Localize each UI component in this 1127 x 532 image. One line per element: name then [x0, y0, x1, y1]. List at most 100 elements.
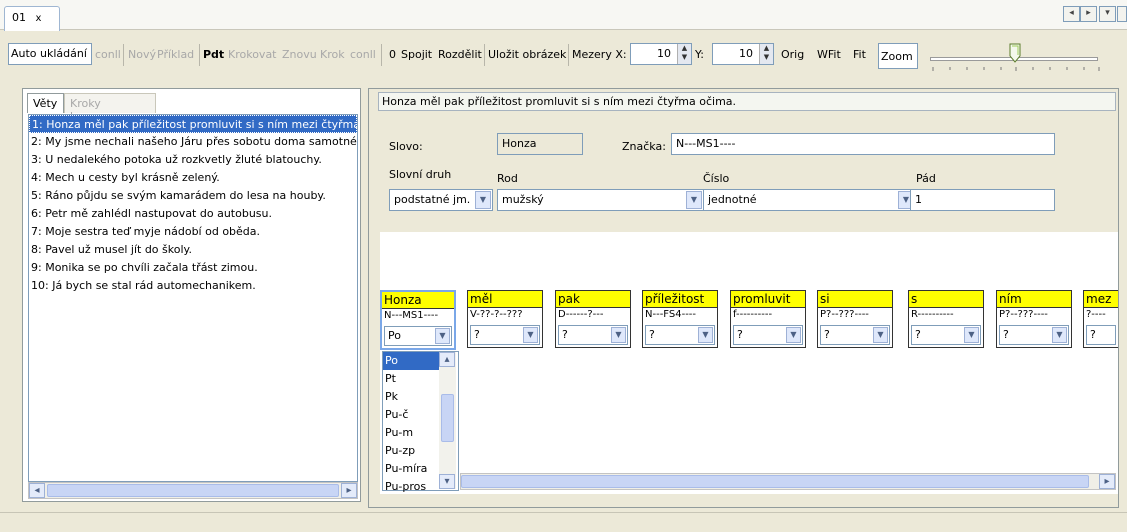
list-item[interactable]: 9: Monika se po chvíli začala třást zimo… [29, 259, 357, 277]
token-tag: ?---- [1086, 309, 1106, 320]
scroll-tabs-right-icon[interactable]: ▸ [1080, 6, 1097, 22]
dropdown-vscrollbar[interactable]: ▴ ▾ [439, 352, 456, 489]
scroll-tabs-left-icon[interactable]: ◂ [1063, 6, 1080, 22]
list-item[interactable]: 10: Já bych se stal rád automechanikem. [29, 277, 357, 295]
scroll-thumb[interactable] [47, 484, 339, 497]
token-function-select[interactable]: ? ▼ [999, 325, 1069, 345]
list-item[interactable]: 2: My jsme nechali našeho Járu přes sobo… [29, 133, 357, 151]
wfit-button[interactable]: WFit [817, 48, 841, 61]
toolbar-separator [568, 44, 569, 66]
gender-select[interactable]: mužský ▼ [497, 189, 704, 211]
token-form: promluvit [731, 291, 805, 308]
token-function-select[interactable]: ? [1086, 325, 1116, 345]
token-node[interactable]: pak D------?--- ? ▼ [555, 290, 631, 348]
token-function-select[interactable]: ? ▼ [820, 325, 890, 345]
close-tab-icon[interactable]: x [36, 13, 42, 24]
tree-canvas[interactable] [380, 232, 1118, 494]
token-function-select[interactable]: ? ▼ [733, 325, 803, 345]
token-form: příležitost [643, 291, 717, 308]
example-button[interactable]: Příklad [157, 48, 194, 61]
spinner-arrows-icon[interactable]: ▲ ▼ [677, 44, 691, 64]
list-item[interactable]: 6: Petr mě zahlédl nastupovat do autobus… [29, 205, 357, 223]
token-form: ním [997, 291, 1071, 308]
list-item[interactable]: 5: Ráno půjdu se svým kamarádem do lesa … [29, 187, 357, 205]
split-button[interactable]: Rozdělit [438, 48, 482, 61]
token-function-select[interactable]: Po ▼ [384, 326, 452, 346]
token-function-select[interactable]: ? ▼ [645, 325, 715, 345]
toolbar-separator [381, 44, 382, 66]
token-node[interactable]: měl V-??-?--??? ? ▼ [467, 290, 543, 348]
scroll-right-icon[interactable]: ▸ [341, 483, 357, 498]
merge-button[interactable]: Spojit [401, 48, 432, 61]
token-function-select[interactable]: ? ▼ [911, 325, 981, 345]
krok-button[interactable]: Krok [320, 48, 345, 61]
token-node[interactable]: si P?--???---- ? ▼ [817, 290, 893, 348]
scroll-left-icon[interactable]: ◂ [29, 483, 45, 498]
token-form: Honza [382, 292, 454, 309]
chevron-down-icon[interactable]: ▼ [686, 191, 702, 209]
dropdown-option[interactable]: Po [383, 352, 441, 370]
case-field[interactable]: 1 [910, 189, 1055, 211]
document-tab[interactable]: 01 x [4, 6, 60, 31]
chevron-down-icon[interactable]: ▼ [611, 327, 626, 343]
chevron-down-icon[interactable]: ▼ [523, 327, 538, 343]
chevron-down-icon[interactable]: ▼ [964, 327, 979, 343]
list-item[interactable]: 1: Honza měl pak příležitost promluvit s… [29, 115, 357, 133]
zoom-button[interactable]: Zoom [878, 43, 918, 69]
step-button[interactable]: Krokovat [228, 48, 277, 61]
token-node[interactable]: s R---------- ? ▼ [908, 290, 984, 348]
token-function-select[interactable]: ? ▼ [470, 325, 540, 345]
scroll-down-icon[interactable]: ▾ [439, 474, 455, 489]
token-function-select[interactable]: ? ▼ [558, 325, 628, 345]
scroll-thumb[interactable] [461, 475, 1089, 488]
list-item[interactable]: 7: Moje sestra teď myje nádobí od oběda. [29, 223, 357, 241]
sentence-list[interactable]: 1: Honza měl pak příležitost promluvit s… [28, 114, 358, 482]
document-tab-strip [0, 0, 1127, 30]
token-node[interactable]: příležitost N---FS4---- ? ▼ [642, 290, 718, 348]
token-tag: N---FS4---- [645, 309, 697, 320]
chevron-down-icon[interactable]: ▼ [1052, 327, 1067, 343]
conll-button-1[interactable]: conll [95, 48, 121, 61]
list-item[interactable]: 4: Mech u cesty byl krásně zelený. [29, 169, 357, 187]
fit-button[interactable]: Fit [853, 48, 866, 61]
token-tag: R---------- [911, 309, 954, 320]
scroll-right-icon[interactable]: ▸ [1099, 474, 1115, 489]
chevron-down-icon[interactable]: ▼ [786, 327, 801, 343]
chevron-down-icon[interactable]: ▼ [698, 327, 713, 343]
token-node[interactable]: mez ?---- ? [1083, 290, 1118, 348]
token-node[interactable]: promluvit f---------- ? ▼ [730, 290, 806, 348]
new-button[interactable]: Nový [128, 48, 156, 61]
zoom-slider-thumb[interactable] [1009, 43, 1021, 63]
chevron-down-icon[interactable]: ▼ [873, 327, 888, 343]
pos-select[interactable]: podstatné jm. ▼ [389, 189, 493, 211]
list-item[interactable]: 3: U nedalekého potoka už rozkvetly žlut… [29, 151, 357, 169]
chevron-down-icon[interactable]: ▼ [475, 191, 491, 209]
list-item[interactable]: 8: Pavel už musel jít do školy. [29, 241, 357, 259]
chevron-down-icon[interactable]: ▼ [435, 328, 450, 344]
scroll-up-icon[interactable]: ▴ [439, 352, 455, 367]
gender-label: Rod [497, 172, 518, 185]
sentence-list-hscrollbar[interactable]: ◂ ▸ [28, 482, 358, 499]
pdt-button[interactable]: Pdt [203, 48, 224, 61]
tab-list-dropdown-icon[interactable]: ▾ [1099, 6, 1116, 22]
token-node[interactable]: Honza N---MS1---- Po ▼ [380, 290, 456, 350]
save-image-button[interactable]: Uložit obrázek [488, 48, 566, 61]
conll-button-2[interactable]: conll [350, 48, 376, 61]
spinner-arrows-icon[interactable]: ▲ ▼ [759, 44, 773, 64]
status-bar [0, 512, 1127, 532]
again-button[interactable]: Znovu [282, 48, 317, 61]
maximize-icon[interactable] [1117, 6, 1127, 22]
zero-button[interactable]: 0 [389, 48, 396, 61]
auto-save-button[interactable]: Auto ukládání [8, 43, 92, 65]
tab-sentences[interactable]: Věty [27, 93, 64, 113]
token-tag: V-??-?--??? [470, 309, 523, 320]
tab-conversion-steps[interactable]: Kroky konverze [64, 93, 156, 123]
current-sentence: Honza měl pak příležitost promluvit si s… [378, 92, 1116, 111]
orig-button[interactable]: Orig [781, 48, 804, 61]
tree-canvas-hscrollbar[interactable]: ▸ [460, 473, 1116, 490]
scroll-thumb[interactable] [441, 394, 454, 442]
token-tag: N---MS1---- [384, 310, 439, 321]
number-select[interactable]: jednotné ▼ [703, 189, 916, 211]
token-node[interactable]: ním P?--???---- ? ▼ [996, 290, 1072, 348]
tag-field[interactable]: N---MS1---- [671, 133, 1055, 155]
